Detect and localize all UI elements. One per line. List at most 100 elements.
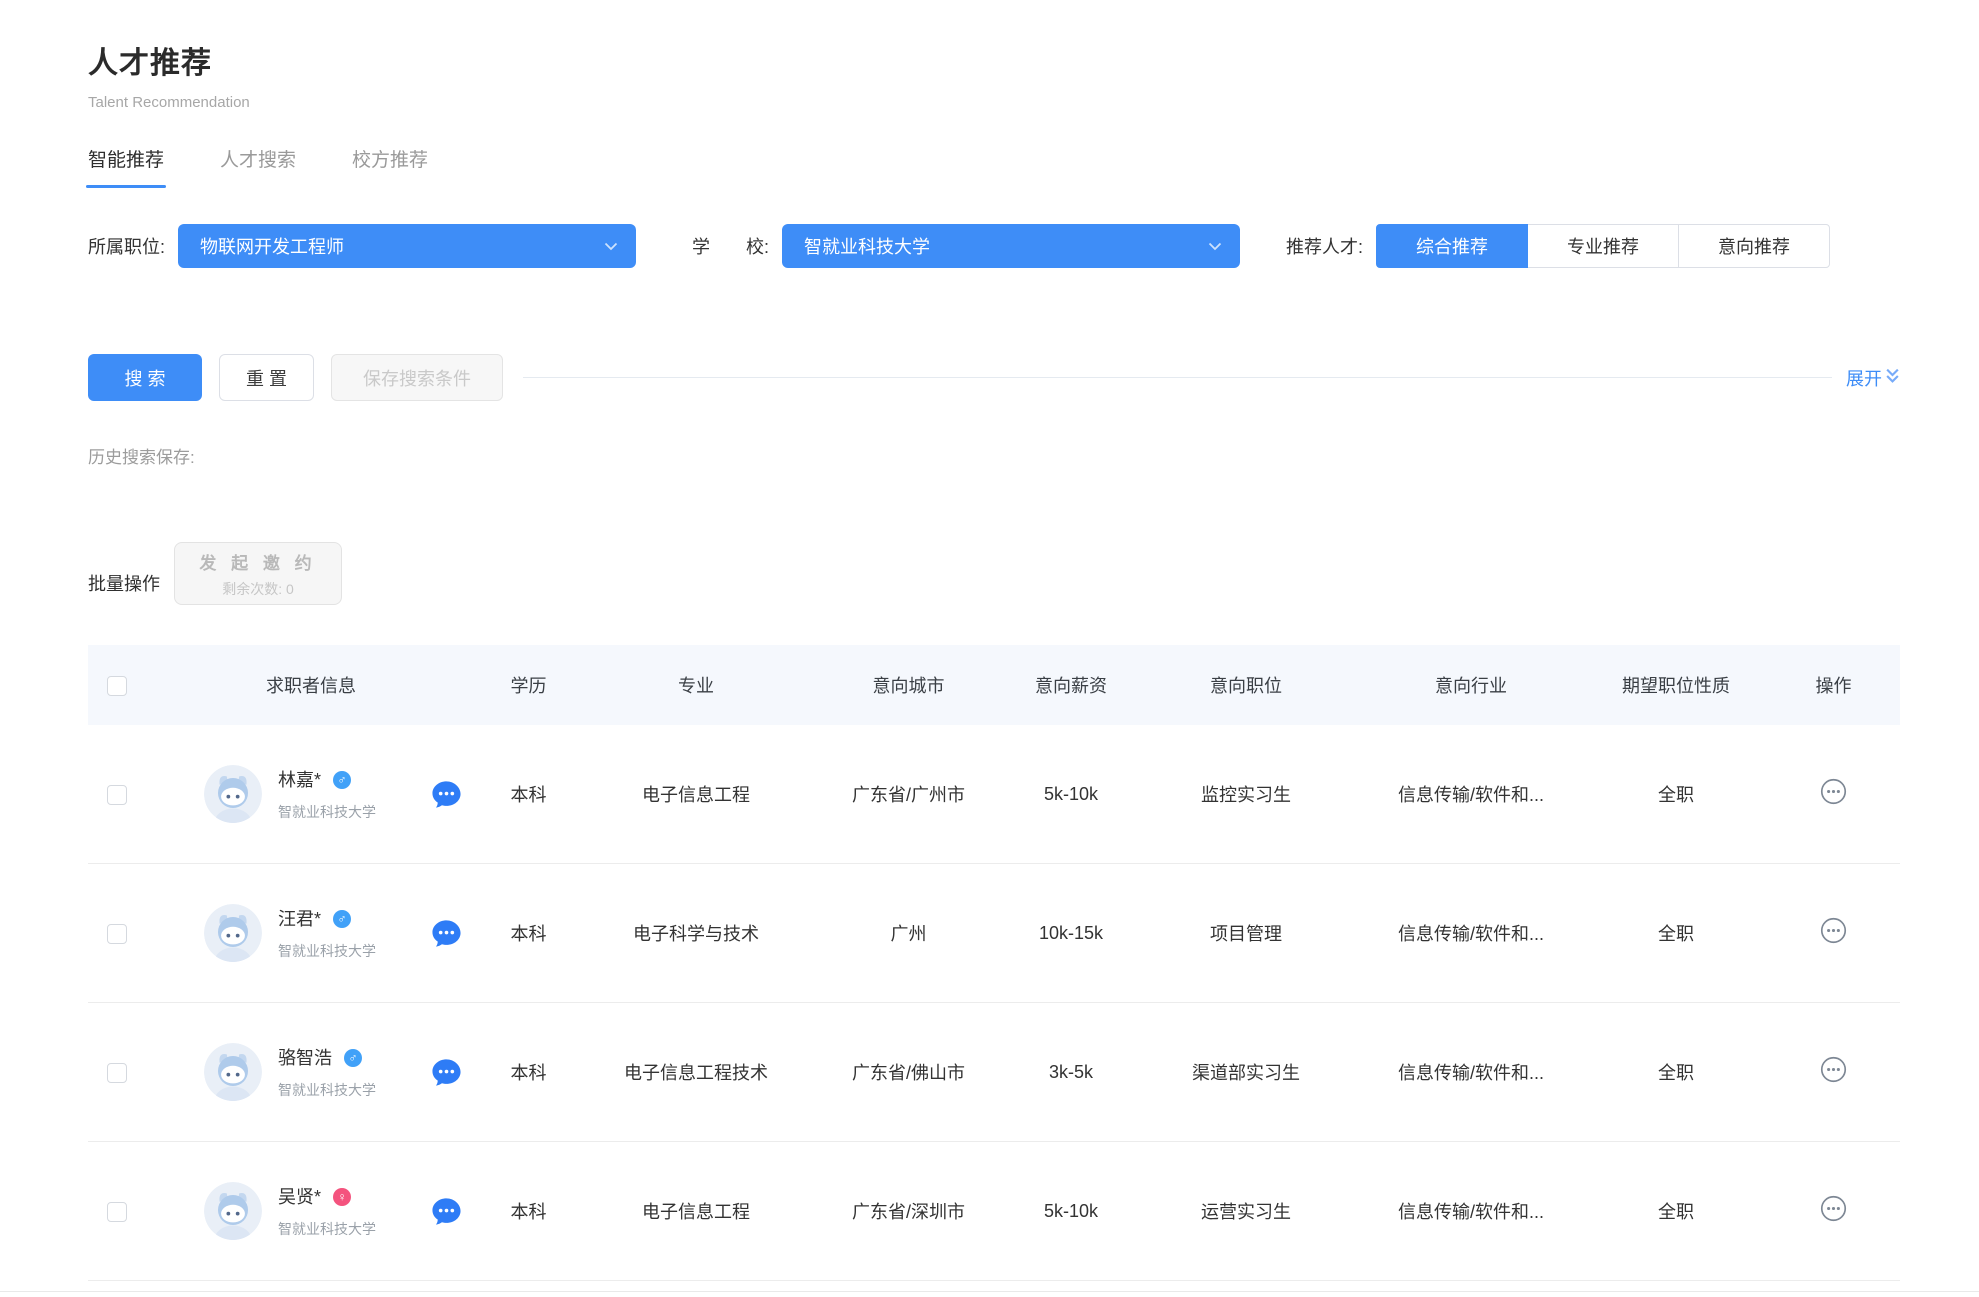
candidate-avatar[interactable] xyxy=(204,1043,262,1101)
more-actions-icon[interactable] xyxy=(1820,1195,1847,1222)
position-cell: 运营实习生 xyxy=(1136,1198,1356,1224)
job-type-cell: 全职 xyxy=(1586,920,1766,946)
chat-bubble-icon[interactable] xyxy=(431,918,462,949)
chat-bubble-icon[interactable] xyxy=(431,1057,462,1088)
chat-bubble-icon[interactable] xyxy=(431,779,462,810)
table-row: 骆智浩 ♂ 智就业科技大学 本科 电子信息工程技术 广东省/佛山市 3k-5k … xyxy=(88,1003,1900,1142)
more-actions-icon[interactable] xyxy=(1820,1056,1847,1083)
city-cell: 广东省/佛山市 xyxy=(811,1059,1006,1085)
history-search-label: 历史搜索保存: xyxy=(88,443,1900,468)
school-select-value: 智就业科技大学 xyxy=(804,233,930,259)
expand-link[interactable]: 展开 xyxy=(1846,365,1900,391)
table-row: 林嘉* ♂ 智就业科技大学 本科 电子信息工程 广东省/广州市 5k-10k 监… xyxy=(88,725,1900,864)
education-cell: 本科 xyxy=(476,1059,581,1085)
page-subtitle: Talent Recommendation xyxy=(88,94,1900,111)
candidate-avatar[interactable] xyxy=(204,1182,262,1240)
segment-intention-recommend[interactable]: 意向推荐 xyxy=(1678,224,1830,268)
candidate-name[interactable]: 汪君* xyxy=(278,909,321,929)
chevron-down-icon xyxy=(604,242,618,251)
page-title: 人才推荐 xyxy=(88,38,1900,82)
candidate-cell: 汪君* ♂ 智就业科技大学 xyxy=(146,904,476,962)
candidate-info: 吴贤* ♀ 智就业科技大学 xyxy=(278,1183,376,1239)
double-chevron-down-icon xyxy=(1885,367,1900,389)
school-select[interactable]: 智就业科技大学 xyxy=(782,224,1240,268)
table-row: 吴贤* ♀ 智就业科技大学 本科 电子信息工程 广东省/深圳市 5k-10k 运… xyxy=(88,1142,1900,1281)
education-cell: 本科 xyxy=(476,1198,581,1224)
talent-filter-label: 推荐人才: xyxy=(1286,233,1363,259)
segment-comprehensive-recommend[interactable]: 综合推荐 xyxy=(1376,224,1528,268)
row-checkbox[interactable] xyxy=(107,785,127,805)
candidate-name[interactable]: 吴贤* xyxy=(278,1187,321,1207)
position-cell: 监控实习生 xyxy=(1136,781,1356,807)
salary-cell: 3k-5k xyxy=(1006,1062,1136,1083)
row-checkbox[interactable] xyxy=(107,1202,127,1222)
invite-button-label: 发 起 邀 约 xyxy=(199,549,316,574)
save-search-button[interactable]: 保存搜索条件 xyxy=(331,354,503,401)
more-actions-icon[interactable] xyxy=(1820,917,1847,944)
industry-cell: 信息传输/软件和... xyxy=(1356,781,1586,807)
invite-remaining-count: 剩余次数: 0 xyxy=(222,579,294,599)
education-cell: 本科 xyxy=(476,781,581,807)
major-cell: 电子信息工程 xyxy=(581,781,811,807)
school-filter-label: 学 校: xyxy=(692,233,769,259)
more-actions-icon[interactable] xyxy=(1820,778,1847,805)
column-header: 学历 xyxy=(476,672,581,698)
divider xyxy=(523,377,1832,378)
industry-cell: 信息传输/软件和... xyxy=(1356,1059,1586,1085)
city-cell: 广东省/广州市 xyxy=(811,781,1006,807)
candidate-school: 智就业科技大学 xyxy=(278,1080,376,1100)
candidate-avatar[interactable] xyxy=(204,765,262,823)
major-cell: 电子信息工程技术 xyxy=(581,1059,811,1085)
candidate-cell: 骆智浩 ♂ 智就业科技大学 xyxy=(146,1043,476,1101)
candidate-avatar[interactable] xyxy=(204,904,262,962)
candidate-info: 汪君* ♂ 智就业科技大学 xyxy=(278,905,376,961)
tab-talent-search[interactable]: 人才搜索 xyxy=(220,145,296,188)
education-cell: 本科 xyxy=(476,920,581,946)
tab-school-recommend[interactable]: 校方推荐 xyxy=(352,145,428,188)
candidate-name[interactable]: 骆智浩 xyxy=(278,1048,332,1068)
tab-smart-recommend[interactable]: 智能推荐 xyxy=(88,145,164,188)
major-cell: 电子信息工程 xyxy=(581,1198,811,1224)
candidates-table: 求职者信息学历专业意向城市意向薪资意向职位意向行业期望职位性质操作 林嘉* ♂ … xyxy=(88,645,1900,1281)
job-type-cell: 全职 xyxy=(1586,781,1766,807)
candidate-cell: 吴贤* ♀ 智就业科技大学 xyxy=(146,1182,476,1240)
salary-cell: 10k-15k xyxy=(1006,923,1136,944)
chevron-down-icon xyxy=(1208,242,1222,251)
position-filter-label: 所属职位: xyxy=(88,233,165,259)
column-header: 操作 xyxy=(1766,672,1901,698)
salary-cell: 5k-10k xyxy=(1006,1201,1136,1222)
female-icon: ♀ xyxy=(333,1188,351,1206)
major-cell: 电子科学与技术 xyxy=(581,920,811,946)
talent-recommendation-page: 人才推荐 Talent Recommendation 智能推荐 人才搜索 校方推… xyxy=(0,0,1979,1297)
job-type-cell: 全职 xyxy=(1586,1059,1766,1085)
select-all-checkbox[interactable] xyxy=(107,676,127,696)
column-header: 意向薪资 xyxy=(1006,672,1136,698)
table-header: 求职者信息学历专业意向城市意向薪资意向职位意向行业期望职位性质操作 xyxy=(88,645,1900,725)
city-cell: 广东省/深圳市 xyxy=(811,1198,1006,1224)
candidate-info: 骆智浩 ♂ 智就业科技大学 xyxy=(278,1044,376,1100)
avatar-illustration xyxy=(204,1182,262,1240)
row-checkbox[interactable] xyxy=(107,924,127,944)
salary-cell: 5k-10k xyxy=(1006,784,1136,805)
position-cell: 项目管理 xyxy=(1136,920,1356,946)
batch-operations-row: 批量操作 发 起 邀 约 剩余次数: 0 xyxy=(88,542,1900,605)
candidate-cell: 林嘉* ♂ 智就业科技大学 xyxy=(146,765,476,823)
candidate-name[interactable]: 林嘉* xyxy=(278,770,321,790)
send-invitation-button[interactable]: 发 起 邀 约 剩余次数: 0 xyxy=(174,542,342,605)
column-header: 求职者信息 xyxy=(146,672,476,698)
male-icon: ♂ xyxy=(333,910,351,928)
table-body: 林嘉* ♂ 智就业科技大学 本科 电子信息工程 广东省/广州市 5k-10k 监… xyxy=(88,725,1900,1281)
column-header: 专业 xyxy=(581,672,811,698)
segment-major-recommend[interactable]: 专业推荐 xyxy=(1527,224,1679,268)
reset-button[interactable]: 重 置 xyxy=(219,354,314,401)
chat-bubble-icon[interactable] xyxy=(431,1196,462,1227)
male-icon: ♂ xyxy=(333,771,351,789)
row-checkbox[interactable] xyxy=(107,1063,127,1083)
column-header: 意向职位 xyxy=(1136,672,1356,698)
candidate-school: 智就业科技大学 xyxy=(278,1219,376,1239)
candidate-info: 林嘉* ♂ 智就业科技大学 xyxy=(278,766,376,822)
search-button[interactable]: 搜 索 xyxy=(88,354,202,401)
divider xyxy=(0,1291,1979,1292)
position-cell: 渠道部实习生 xyxy=(1136,1059,1356,1085)
position-select[interactable]: 物联网开发工程师 xyxy=(178,224,636,268)
